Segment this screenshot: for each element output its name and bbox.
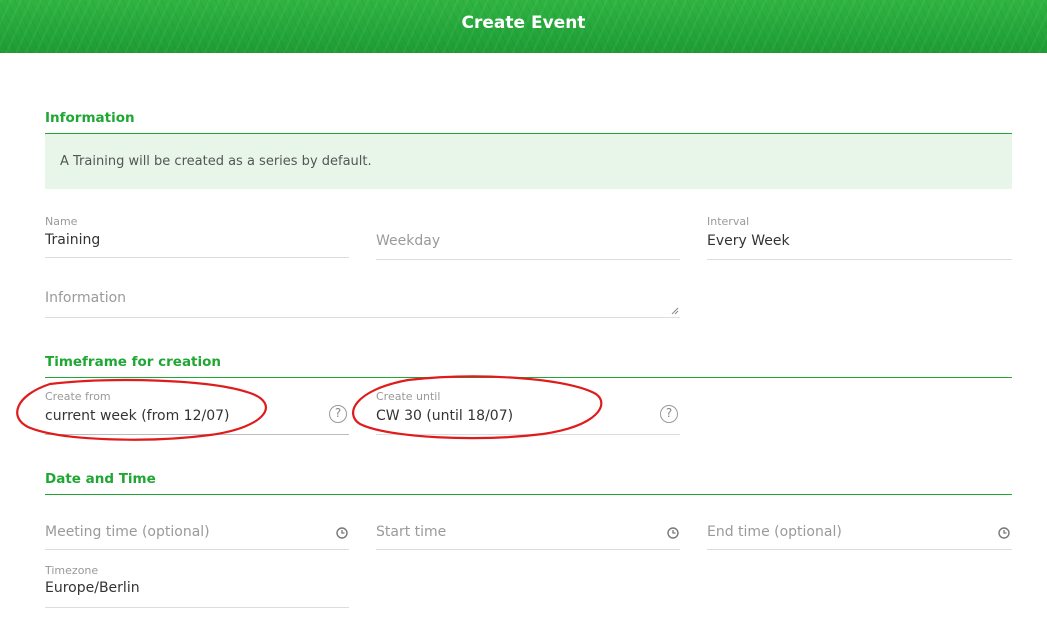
timezone-value: Europe/Berlin	[45, 580, 140, 596]
info-notice-text: A Training will be created as a series b…	[60, 154, 372, 169]
name-field[interactable]: Name Training	[45, 212, 349, 258]
end-time-input[interactable]: End time (optional)	[707, 515, 1012, 550]
interval-field-value: Every Week	[707, 233, 790, 249]
clock-icon[interactable]	[998, 527, 1010, 539]
section-divider-timeframe	[45, 377, 1012, 378]
timezone-select[interactable]: Timezone Europe/Berlin	[45, 562, 349, 608]
textarea-resize-handle-icon[interactable]	[671, 307, 679, 315]
end-time-placeholder: End time (optional)	[707, 524, 842, 540]
interval-select[interactable]: Interval Every Week	[707, 212, 1012, 260]
question-circle-icon[interactable]: ?	[660, 405, 678, 423]
section-title-timeframe: Timeframe for creation	[45, 354, 222, 370]
header-bar: Create Event	[0, 0, 1047, 53]
question-circle-icon[interactable]: ?	[329, 405, 347, 423]
start-time-input[interactable]: Start time	[376, 515, 680, 550]
meeting-time-input[interactable]: Meeting time (optional)	[45, 515, 349, 550]
create-from-select[interactable]: Create from current week (from 12/07) ?	[45, 388, 349, 435]
create-until-label: Create until	[376, 390, 441, 403]
create-until-select[interactable]: Create until CW 30 (until 18/07) ?	[376, 388, 680, 435]
section-divider-date-time	[45, 494, 1012, 495]
clock-icon[interactable]	[667, 527, 679, 539]
section-title-date-time: Date and Time	[45, 471, 156, 487]
weekday-select[interactable]: Weekday	[376, 212, 680, 260]
information-textarea[interactable]: Information	[45, 280, 680, 318]
clock-icon[interactable]	[336, 527, 348, 539]
info-notice-box: A Training will be created as a series b…	[45, 134, 1012, 189]
name-field-value: Training	[45, 232, 101, 248]
create-from-label: Create from	[45, 390, 111, 403]
create-from-value: current week (from 12/07)	[45, 408, 230, 424]
name-field-label: Name	[45, 215, 78, 228]
start-time-placeholder: Start time	[376, 524, 447, 540]
meeting-time-placeholder: Meeting time (optional)	[45, 524, 210, 540]
interval-field-label: Interval	[707, 215, 750, 228]
information-placeholder: Information	[45, 290, 127, 306]
timezone-label: Timezone	[45, 564, 99, 577]
weekday-placeholder: Weekday	[376, 233, 441, 249]
section-title-information: Information	[45, 110, 135, 126]
page-title: Create Event	[461, 13, 586, 33]
create-until-value: CW 30 (until 18/07)	[376, 408, 514, 424]
